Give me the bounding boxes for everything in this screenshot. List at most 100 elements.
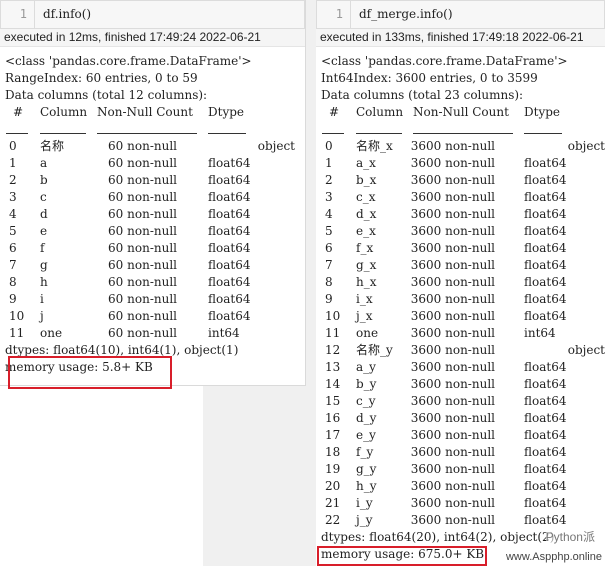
right-row-name: a_x [356, 156, 376, 170]
left-output: <class 'pandas.core.frame.DataFrame'> Ra… [0, 47, 305, 376]
right-column-row: 2 b_x 3600 non-null float64 [321, 172, 605, 189]
right-column-row: 5 e_x 3600 non-null float64 [321, 223, 605, 240]
right-row-dtype: float64 [524, 190, 567, 204]
right-row-num: 6 [325, 241, 333, 255]
right-row-dtype: float64 [524, 445, 567, 459]
right-row-name: f_y [356, 445, 374, 459]
left-column-row: 0 名称 60 non-null object [5, 138, 305, 155]
left-column-row: 6 f 60 non-null float64 [5, 240, 305, 257]
left-row-name: b [40, 173, 48, 187]
right-row-count: 3600 non-null [410, 343, 495, 357]
left-row-num: 8 [9, 275, 17, 289]
right-row-count: 3600 non-null [410, 173, 495, 187]
panel-gap-lower [203, 386, 306, 566]
left-row-count: 60 non-null [108, 309, 177, 323]
right-column-row: 12 名称_y 3600 non-null object [321, 342, 605, 359]
right-row-count: 3600 non-null [410, 224, 495, 238]
left-index-line: RangeIndex: 60 entries, 0 to 59 [5, 71, 198, 85]
right-row-dtype: float64 [524, 394, 567, 408]
right-row-name: h_y [356, 479, 377, 493]
right-column-row: 11 one 3600 non-null int64 [321, 325, 605, 342]
left-row-num: 6 [9, 241, 17, 255]
right-row-name: 名称_y [356, 343, 393, 357]
panel-gap [306, 0, 316, 566]
right-row-count: 3600 non-null [410, 428, 495, 442]
right-row-dtype: float64 [524, 360, 567, 374]
right-row-name: i_x [356, 292, 373, 306]
right-column-row: 6 f_x 3600 non-null float64 [321, 240, 605, 257]
left-row-dtype: float64 [208, 156, 251, 170]
left-row-dtype: float64 [208, 190, 251, 204]
left-column-row: 4 d 60 non-null float64 [5, 206, 305, 223]
right-row-num: 18 [325, 445, 341, 459]
right-code-text[interactable]: df_merge.info() [359, 1, 453, 28]
left-header-dtype: Dtype [208, 105, 245, 119]
right-row-count: 3600 non-null [410, 309, 495, 323]
left-row-name: e [40, 224, 48, 238]
left-row-count: 60 non-null [108, 139, 177, 153]
right-row-count: 3600 non-null [410, 241, 495, 255]
left-row-name: c [40, 190, 47, 204]
right-row-num: 15 [325, 394, 341, 408]
right-row-num: 5 [325, 224, 333, 238]
right-index-line: Int64Index: 3600 entries, 0 to 3599 [321, 71, 538, 85]
right-row-num: 1 [325, 156, 333, 170]
right-row-dtype: float64 [524, 479, 567, 493]
right-row-num: 8 [325, 275, 333, 289]
right-row-name: g_x [356, 258, 377, 272]
left-header-nonnull: Non-Null Count [97, 105, 193, 119]
left-row-dtype: int64 [208, 326, 240, 340]
right-row-count: 3600 non-null [410, 258, 495, 272]
right-row-dtype: float64 [524, 207, 567, 221]
left-column-row: 1 a 60 non-null float64 [5, 155, 305, 172]
left-code-text[interactable]: df.info() [43, 1, 91, 28]
right-row-dtype: float64 [524, 258, 567, 272]
right-row-dtype: float64 [524, 428, 567, 442]
left-row-name: one [40, 326, 63, 340]
right-row-dtype: object [567, 343, 605, 357]
right-row-dtype: float64 [524, 156, 567, 170]
left-column-row: 10 j 60 non-null float64 [5, 308, 305, 325]
right-row-count: 3600 non-null [410, 496, 495, 510]
right-row-name: e_x [356, 224, 376, 238]
right-row-count: 3600 non-null [410, 292, 495, 306]
right-column-row: 7 g_x 3600 non-null float64 [321, 257, 605, 274]
left-class-line: <class 'pandas.core.frame.DataFrame'> [5, 54, 252, 68]
right-row-name: h_x [356, 275, 377, 289]
left-row-num: 2 [9, 173, 17, 187]
right-row-dtype: float64 [524, 513, 567, 527]
right-header-column: Column [356, 105, 404, 119]
right-execution-status: executed in 133ms, finished 17:49:18 202… [316, 29, 605, 47]
left-column-row: 7 g 60 non-null float64 [5, 257, 305, 274]
right-column-row: 19 g_y 3600 non-null float64 [321, 461, 605, 478]
right-row-count: 3600 non-null [410, 326, 495, 340]
right-row-name: c_x [356, 190, 376, 204]
right-row-count: 3600 non-null [410, 207, 495, 221]
right-row-num: 19 [325, 462, 341, 476]
right-column-row: 3 c_x 3600 non-null float64 [321, 189, 605, 206]
left-row-dtype: object [257, 139, 295, 153]
left-row-num: 11 [9, 326, 25, 340]
left-row-name: h [40, 275, 48, 289]
right-row-dtype: float64 [524, 411, 567, 425]
right-code-cell[interactable]: 1 df_merge.info() [316, 0, 605, 29]
left-code-cell[interactable]: 1 df.info() [0, 0, 305, 29]
right-row-name: d_y [356, 411, 377, 425]
left-row-dtype: float64 [208, 292, 251, 306]
right-column-row: 4 d_x 3600 non-null float64 [321, 206, 605, 223]
left-row-num: 5 [9, 224, 17, 238]
right-row-num: 0 [325, 139, 333, 153]
left-row-num: 0 [9, 139, 17, 153]
right-rows: 0 名称_x 3600 non-null object 1 a_x 3600 non-nul… [321, 138, 605, 529]
left-row-name: 名称 [40, 139, 65, 153]
right-row-dtype: float64 [524, 224, 567, 238]
right-row-dtype: float64 [524, 377, 567, 391]
watermark-overlay: Python派 [545, 528, 595, 545]
left-row-num: 10 [9, 309, 25, 323]
left-row-num: 3 [9, 190, 17, 204]
right-column-row: 21 i_y 3600 non-null float64 [321, 495, 605, 512]
left-rows: 0 名称 60 non-null object 1 a 60 non-null float64… [5, 138, 305, 342]
left-line-number: 1 [1, 1, 35, 28]
right-row-dtype: float64 [524, 241, 567, 255]
left-row-count: 60 non-null [108, 258, 177, 272]
